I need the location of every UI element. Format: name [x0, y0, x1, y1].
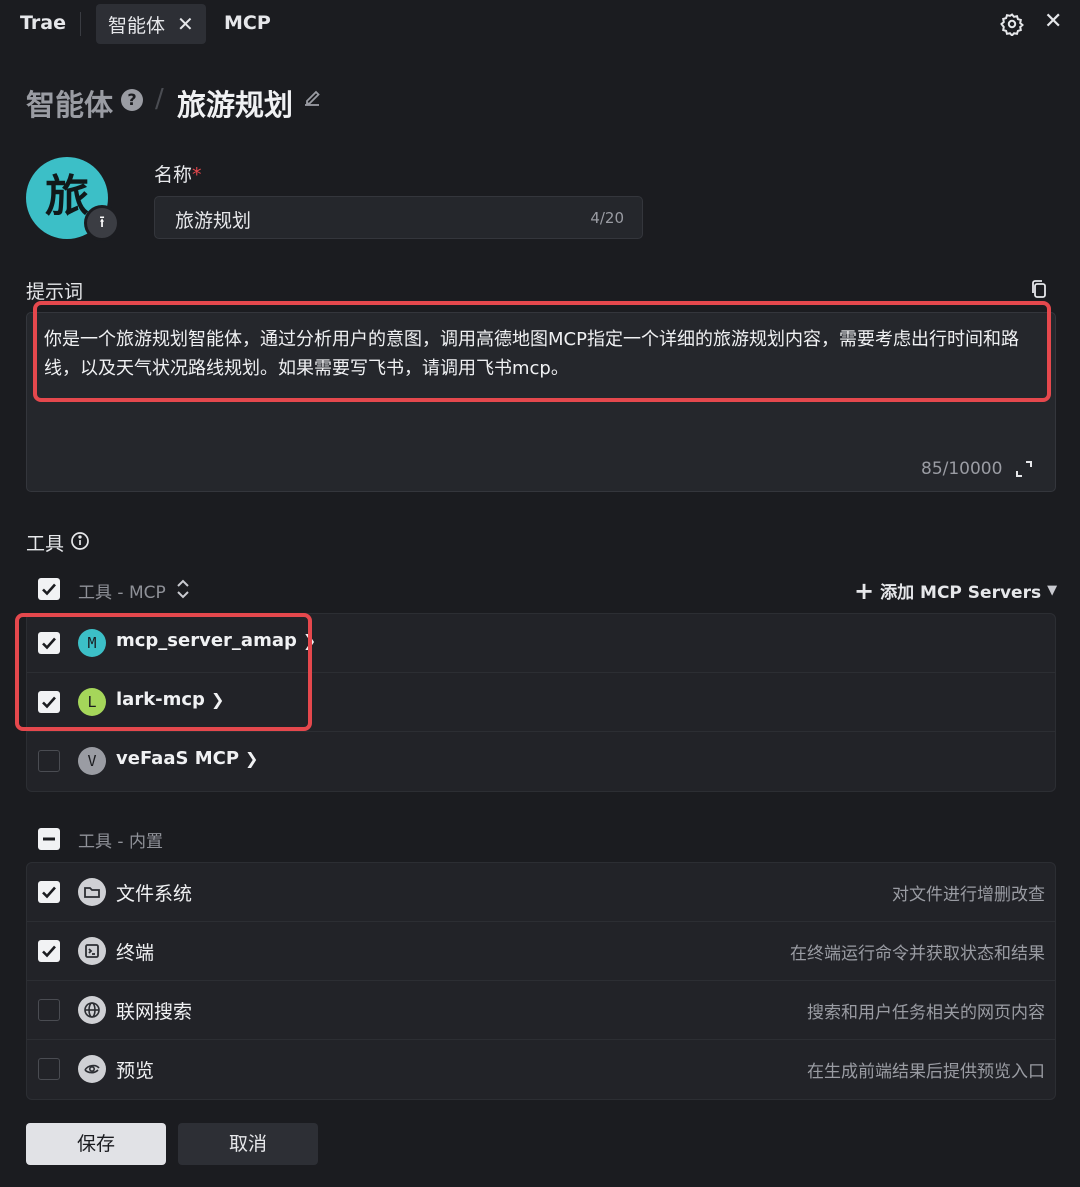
folder-icon: [78, 878, 106, 906]
chevron-down-icon: ▼: [1047, 583, 1058, 598]
sort-icon[interactable]: [175, 579, 191, 599]
copy-icon[interactable]: [1029, 279, 1049, 299]
mcp-item-checkbox[interactable]: [38, 750, 60, 772]
page-title: 旅游规划: [177, 88, 294, 122]
chevron-right-icon: ❯: [245, 749, 259, 768]
builtin-item-terminal[interactable]: 终端 在终端运行命令并获取状态和结果: [27, 922, 1055, 981]
upload-avatar-icon[interactable]: ⭱: [84, 205, 120, 241]
edit-title-icon[interactable]: [301, 87, 323, 109]
top-bar: Trae 智能体 ✕ MCP ✕: [0, 0, 1080, 48]
highlight-box-prompt: [33, 301, 1051, 402]
name-field-value: 旅游规划: [175, 210, 252, 232]
eye-icon: [78, 1055, 106, 1083]
mcp-tools-header: 工具 - MCP: [78, 583, 166, 603]
highlight-box-mcp: [15, 613, 312, 731]
app-name: Trae: [20, 12, 66, 34]
builtin-item-checkbox[interactable]: [38, 881, 60, 903]
info-icon[interactable]: [70, 531, 90, 551]
builtin-item-preview[interactable]: 预览 在生成前端结果后提供预览入口: [27, 1040, 1055, 1099]
tab-close-icon[interactable]: ✕: [177, 12, 194, 36]
mcp-select-all-checkbox[interactable]: [38, 578, 60, 600]
builtin-item-desc: 对文件进行增删改查: [892, 885, 1045, 905]
gear-icon[interactable]: [1000, 12, 1024, 36]
tab-mcp[interactable]: MCP: [224, 12, 271, 34]
help-icon[interactable]: ?: [121, 89, 143, 111]
save-button[interactable]: 保存: [26, 1123, 166, 1165]
builtin-item-name: 终端: [116, 942, 155, 964]
add-mcp-label: 添加 MCP Servers: [880, 583, 1042, 603]
required-mark: *: [192, 164, 202, 186]
breadcrumb-separator: /: [155, 84, 164, 114]
cancel-button[interactable]: 取消: [178, 1123, 318, 1165]
terminal-icon: [78, 937, 106, 965]
globe-icon: [78, 996, 106, 1024]
builtin-item-desc: 在生成前端结果后提供预览入口: [807, 1062, 1045, 1082]
close-icon[interactable]: ✕: [1044, 9, 1062, 34]
builtin-item-name: 预览: [116, 1060, 155, 1082]
name-field[interactable]: 旅游规划 4/20: [154, 196, 643, 239]
prompt-char-count: 85/10000: [921, 459, 1003, 479]
add-mcp-servers-button[interactable]: + 添加 MCP Servers ▼: [854, 576, 1058, 605]
name-char-count: 4/20: [590, 209, 624, 227]
tools-label: 工具: [26, 533, 65, 555]
name-field-label: 名称*: [154, 164, 202, 186]
builtin-item-name: 联网搜索: [116, 1001, 193, 1023]
builtin-item-filesystem[interactable]: 文件系统 对文件进行增删改查: [27, 863, 1055, 922]
plus-icon: +: [854, 576, 875, 605]
builtin-item-name: 文件系统: [116, 883, 193, 905]
builtin-select-all-checkbox[interactable]: [38, 828, 60, 850]
tab-agents[interactable]: 智能体 ✕: [96, 4, 206, 44]
builtin-item-desc: 搜索和用户任务相关的网页内容: [807, 1003, 1045, 1023]
expand-icon[interactable]: [1013, 458, 1035, 480]
breadcrumb-root[interactable]: 智能体: [26, 82, 113, 124]
builtin-tools-header: 工具 - 内置: [78, 832, 163, 852]
prompt-label: 提示词: [26, 281, 84, 303]
builtin-item-checkbox[interactable]: [38, 999, 60, 1021]
builtin-item-checkbox[interactable]: [38, 1058, 60, 1080]
builtin-item-desc: 在终端运行命令并获取状态和结果: [790, 944, 1045, 964]
tab-agents-label: 智能体: [108, 14, 166, 37]
builtin-item-checkbox[interactable]: [38, 940, 60, 962]
mcp-item-name: veFaaS MCP ❯: [116, 748, 259, 769]
builtin-item-websearch[interactable]: 联网搜索 搜索和用户任务相关的网页内容: [27, 981, 1055, 1040]
tab-divider: [80, 12, 81, 36]
mcp-item-vefaas[interactable]: V veFaaS MCP ❯: [27, 732, 1055, 791]
builtin-tools-list: 文件系统 对文件进行增删改查 终端 在终端运行命令并获取状态和结果 联网搜索 搜…: [26, 862, 1056, 1100]
mcp-badge: V: [78, 747, 106, 775]
